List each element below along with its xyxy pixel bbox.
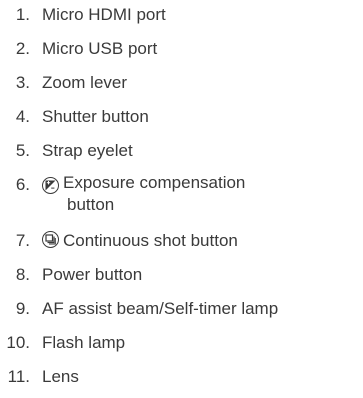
camera-parts-list: 1. Micro HDMI port 2. Micro USB port 3. … (0, 2, 363, 398)
item-label: Power button (42, 265, 143, 284)
list-item: 8. Power button (0, 262, 363, 296)
item-label: Flash lamp (42, 333, 126, 352)
list-item: 3. Zoom lever (0, 70, 363, 104)
list-item: 2. Micro USB port (0, 36, 363, 70)
item-number: 4. (15, 107, 30, 126)
item-label: Zoom lever (42, 73, 128, 92)
item-label: Lens (42, 367, 79, 386)
item-number: 9. (15, 299, 30, 318)
item-label: Exposure compensation (63, 173, 246, 192)
item-label: Micro USB port (42, 39, 158, 58)
item-number: 8. (15, 265, 30, 284)
list-item: 4. Shutter button (0, 104, 363, 138)
item-label: Shutter button (42, 107, 149, 126)
item-number: 7. (15, 231, 30, 250)
item-number: 11. (7, 367, 30, 386)
item-number: 2. (15, 39, 30, 58)
item-number: 1. (15, 5, 30, 24)
item-label: AF assist beam/Self-timer lamp (42, 299, 279, 318)
exposure-compensation-icon (42, 177, 59, 194)
list-item: 6. Exposure compensation button (0, 172, 363, 228)
item-number: 5. (15, 141, 30, 160)
list-item: 10. Flash lamp (0, 330, 363, 364)
list-item: 11. Lens (0, 364, 363, 398)
item-label-continuation: button (67, 195, 115, 214)
item-label: Strap eyelet (42, 141, 133, 160)
list-item: 9. AF assist beam/Self-timer lamp (0, 296, 363, 330)
continuous-shot-icon (42, 231, 59, 248)
item-label: Continuous shot button (63, 231, 238, 250)
item-number: 3. (15, 73, 30, 92)
list-item: 7. Continuous shot button (0, 228, 363, 262)
item-number: 10. (6, 333, 30, 352)
list-item: 1. Micro HDMI port (0, 2, 363, 36)
list-item: 5. Strap eyelet (0, 138, 363, 172)
item-label: Micro HDMI port (42, 5, 166, 24)
item-number: 6. (15, 175, 30, 194)
